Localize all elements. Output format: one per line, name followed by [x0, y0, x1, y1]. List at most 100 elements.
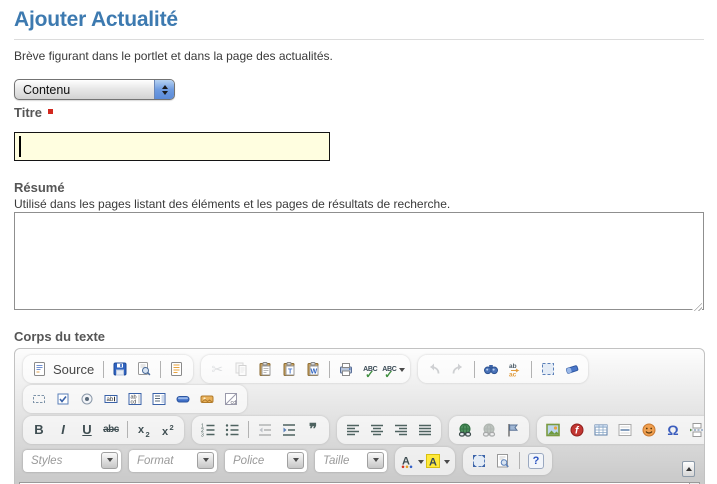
hidden-field-button[interactable]: cd	[219, 387, 243, 411]
toolbar-group: Source	[23, 355, 193, 383]
background-color-button[interactable]: A	[425, 449, 451, 473]
paste-text-button[interactable]: T	[277, 357, 301, 381]
remove-format-icon	[564, 361, 580, 377]
underline-button[interactable]: U	[75, 418, 99, 442]
templates-icon	[169, 361, 185, 377]
blockquote-button[interactable]: ❞	[301, 418, 325, 442]
content-type-select[interactable]: Contenu	[14, 79, 175, 100]
insert-link-button[interactable]	[453, 418, 477, 442]
form-button[interactable]	[27, 387, 51, 411]
anchor-icon	[505, 422, 521, 438]
align-right-button[interactable]	[389, 418, 413, 442]
about-glyph: ?	[528, 453, 544, 469]
subscript-button[interactable]: x2	[132, 418, 156, 442]
insert-image-icon	[545, 422, 561, 438]
styles-combo-open-button[interactable]	[101, 452, 118, 469]
about-button[interactable]: ?	[524, 449, 548, 473]
maximize-button[interactable]	[467, 449, 491, 473]
source-button[interactable]: Source	[27, 357, 99, 381]
numbered-list-button[interactable]: 123	[196, 418, 220, 442]
collapse-arrow-icon	[686, 464, 692, 471]
title-input[interactable]	[14, 132, 330, 161]
maximize-icon	[471, 453, 487, 469]
svg-text:2: 2	[170, 423, 174, 432]
horizontal-rule-button[interactable]	[613, 418, 637, 442]
anchor-button[interactable]	[501, 418, 525, 442]
size-combo-open-button[interactable]	[367, 452, 384, 469]
select-stepper-icon[interactable]	[154, 80, 174, 99]
copy-button	[229, 357, 253, 381]
rich-text-editor: Source✂TWABCABCabacababcdcdBIUabcx2x2123…	[14, 348, 705, 484]
toolbar-row-1: Source✂TWABCABCabac	[15, 349, 704, 383]
text-color-button[interactable]: A	[399, 449, 425, 473]
text-field-button[interactable]: ab	[99, 387, 123, 411]
textarea-field-button[interactable]: abcd	[123, 387, 147, 411]
save-button[interactable]	[108, 357, 132, 381]
toolbar-separator	[248, 421, 249, 438]
svg-text:cd: cd	[231, 400, 237, 406]
size-combo[interactable]: Taille	[315, 450, 387, 472]
italic-button[interactable]: I	[51, 418, 75, 442]
bulleted-list-icon	[224, 422, 240, 438]
format-combo[interactable]: Format	[129, 450, 217, 472]
smiley-button[interactable]	[637, 418, 661, 442]
spell-check-as-you-type-button[interactable]: ABC	[382, 357, 406, 381]
font-combo-open-button[interactable]	[287, 452, 304, 469]
toolbar-row-2: ab abcd cd	[15, 383, 704, 414]
find-button[interactable]	[479, 357, 503, 381]
spell-check-button[interactable]: ABC	[358, 357, 382, 381]
replace-icon: abac	[507, 361, 523, 377]
chevron-down-icon	[399, 368, 405, 375]
insert-flash-button[interactable]: f	[565, 418, 589, 442]
preview-button[interactable]	[132, 357, 156, 381]
selection-field-icon	[151, 391, 167, 407]
align-center-button[interactable]	[365, 418, 389, 442]
text-color-icon: A	[399, 453, 415, 469]
styles-combo[interactable]: Styles	[23, 450, 121, 472]
page-break-button[interactable]	[685, 418, 705, 442]
radio-button-button[interactable]	[75, 387, 99, 411]
paste-button[interactable]	[253, 357, 277, 381]
insert-flash-icon: f	[569, 422, 585, 438]
title-divider	[14, 39, 704, 40]
bold-button[interactable]: B	[27, 418, 51, 442]
replace-button[interactable]: abac	[503, 357, 527, 381]
show-blocks-button[interactable]	[491, 449, 515, 473]
summary-textarea[interactable]	[14, 212, 704, 310]
justify-icon	[417, 422, 433, 438]
remove-format-button[interactable]	[560, 357, 584, 381]
select-all-button[interactable]	[536, 357, 560, 381]
increase-indent-button[interactable]	[277, 418, 301, 442]
format-combo-open-button[interactable]	[197, 452, 214, 469]
toolbar-group: Taille	[315, 450, 395, 472]
print-button[interactable]	[334, 357, 358, 381]
subscript-icon: x2	[136, 422, 152, 438]
numbered-list-icon: 123	[200, 422, 216, 438]
form-button-button[interactable]	[171, 387, 195, 411]
justify-button[interactable]	[413, 418, 437, 442]
templates-button[interactable]	[165, 357, 189, 381]
selection-field-button[interactable]	[147, 387, 171, 411]
font-combo[interactable]: Police	[225, 450, 307, 472]
svg-text:ab: ab	[107, 397, 114, 403]
summary-field-wrap	[14, 212, 704, 315]
superscript-button[interactable]: x2	[156, 418, 180, 442]
align-left-button[interactable]	[341, 418, 365, 442]
bulleted-list-button[interactable]	[220, 418, 244, 442]
svg-text:A: A	[429, 456, 437, 468]
strikethrough-button[interactable]: abc	[99, 418, 123, 442]
toolbar-collapse-button[interactable]	[682, 461, 695, 477]
spell-check-as-you-type-glyph: ABC	[382, 366, 396, 373]
spell-check-glyph: ABC	[363, 366, 377, 373]
image-button-button[interactable]	[195, 387, 219, 411]
insert-table-button[interactable]	[589, 418, 613, 442]
special-character-button[interactable]: Ω	[661, 418, 685, 442]
summary-field-label: Résumé	[14, 180, 705, 195]
blockquote-glyph: ❞	[309, 425, 317, 435]
required-marker-icon	[48, 109, 53, 114]
paste-from-word-button[interactable]: W	[301, 357, 325, 381]
content-type-select-value: Contenu	[15, 83, 154, 97]
insert-image-button[interactable]	[541, 418, 565, 442]
checkbox-button[interactable]	[51, 387, 75, 411]
text-caret	[19, 136, 21, 157]
